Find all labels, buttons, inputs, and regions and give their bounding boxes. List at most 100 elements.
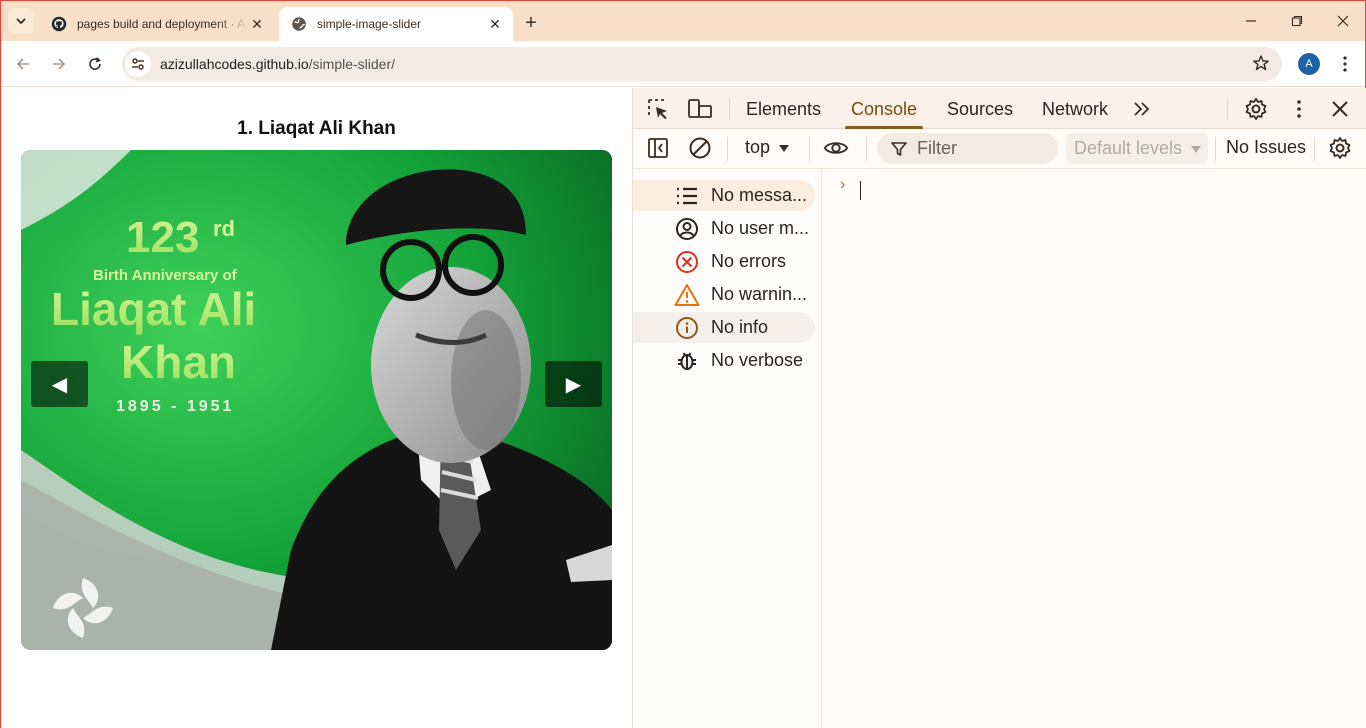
close-window-button[interactable] — [1331, 9, 1355, 33]
inspect-element-button[interactable] — [645, 96, 671, 122]
restore-button[interactable] — [1285, 9, 1309, 33]
divider — [729, 98, 730, 120]
more-vertical-icon — [1297, 100, 1301, 118]
filter-placeholder: Filter — [917, 138, 957, 158]
ordinal-text: 123 — [126, 213, 199, 262]
minimize-icon — [1246, 20, 1256, 22]
next-slide-button[interactable]: ▶ — [545, 361, 602, 407]
device-mode-icon — [688, 99, 712, 118]
devtools-tabbar: Elements Console Sources Network — [633, 88, 1366, 129]
close-tab-icon[interactable]: ✕ — [487, 16, 503, 32]
site-info-button[interactable] — [125, 51, 151, 77]
sidebar-item-verbose[interactable]: No verbose — [633, 345, 815, 376]
console-input-caret[interactable] — [860, 181, 861, 200]
url-host: azizullahcodes.github.io — [160, 56, 309, 72]
sidebar-item-warnings[interactable]: No warnin... — [633, 279, 815, 310]
prev-slide-button[interactable]: ◀ — [31, 361, 88, 407]
close-icon — [1337, 15, 1349, 27]
inspect-icon — [648, 99, 667, 119]
tab-strip: pages build and deployment · A ✕ simple-… — [1, 1, 1365, 41]
close-devtools-button[interactable] — [1327, 96, 1353, 122]
devtools-settings-button[interactable] — [1243, 96, 1269, 122]
sidebar-icon — [648, 138, 668, 158]
toggle-sidebar-button[interactable] — [645, 135, 671, 161]
arrow-left-icon — [16, 58, 29, 70]
chevron-down-icon — [16, 18, 26, 25]
reload-button[interactable] — [83, 52, 107, 76]
sidebar-item-user-messages[interactable]: No user m... — [633, 213, 815, 244]
clear-console-button[interactable] — [687, 135, 713, 161]
console-toolbar: top Filter Default levels No Issues — [633, 129, 1366, 169]
list-icon — [674, 183, 700, 209]
ordinal-suffix: rd — [213, 216, 235, 241]
anniversary-subtitle: Birth Anniversary of — [93, 267, 238, 284]
portrait-years: 1895 - 1951 — [116, 398, 234, 415]
bug-icon — [674, 348, 700, 374]
user-circle-icon — [674, 216, 700, 242]
issues-counter[interactable]: No Issues — [1226, 137, 1306, 158]
dropdown-arrow-icon — [1191, 145, 1202, 153]
divider — [809, 137, 810, 161]
restore-icon — [1291, 15, 1303, 27]
log-levels-label: Default levels — [1074, 138, 1183, 158]
tab-console[interactable]: Console — [844, 88, 924, 129]
eye-icon — [823, 142, 849, 154]
tab-pages-build[interactable]: pages build and deployment · A ✕ — [39, 7, 275, 41]
tab-elements[interactable]: Elements — [746, 88, 821, 129]
sidebar-item-info[interactable]: No info — [633, 312, 815, 343]
address-bar[interactable]: azizullahcodes.github.io/simple-slider/ — [122, 47, 1282, 81]
close-tab-icon[interactable]: ✕ — [249, 16, 265, 32]
device-toolbar-button[interactable] — [687, 96, 713, 122]
sidebar-item-messages[interactable]: No messa... — [633, 180, 815, 211]
sidebar-item-label: No messa... — [711, 185, 808, 205]
chevron-double-right-icon — [1134, 102, 1150, 116]
new-tab-button[interactable]: + — [519, 11, 543, 35]
tab-title: simple-image-slider — [317, 17, 422, 31]
close-icon — [1332, 101, 1348, 117]
console-output[interactable]: › — [823, 170, 1366, 728]
slide-title: 1. Liaqat Ali Khan — [237, 118, 396, 139]
clear-icon — [689, 137, 711, 159]
browser-menu-button[interactable] — [1335, 52, 1355, 76]
browser-window: pages build and deployment · A ✕ simple-… — [0, 0, 1366, 728]
sidebar-item-label: No errors — [711, 251, 787, 271]
more-tabs-button[interactable] — [1129, 96, 1155, 122]
devtools-panel: Elements Console Sources Network top Fil… — [632, 88, 1366, 728]
url-text: azizullahcodes.github.io/simple-slider/ — [160, 56, 395, 72]
divider — [1314, 137, 1315, 161]
tab-simple-image-slider[interactable]: simple-image-slider ✕ — [279, 7, 513, 41]
console-settings-button[interactable] — [1327, 135, 1353, 161]
sidebar-item-label: No user m... — [711, 218, 810, 238]
sidebar-item-errors[interactable]: No errors — [633, 246, 815, 277]
bookmark-button[interactable] — [1252, 54, 1270, 77]
error-icon — [674, 249, 700, 275]
back-button[interactable] — [11, 52, 35, 76]
tab-sources[interactable]: Sources — [947, 88, 1013, 129]
tab-search-button[interactable] — [8, 8, 34, 34]
context-label: top — [745, 137, 771, 157]
url-path: /simple-slider/ — [308, 56, 396, 72]
gear-icon — [1329, 137, 1351, 159]
warning-icon — [674, 282, 700, 308]
divider — [1227, 98, 1228, 120]
sidebar-item-label: No warnin... — [711, 284, 808, 304]
profile-avatar[interactable]: A — [1298, 53, 1320, 75]
sidebar-item-label: No info — [711, 317, 769, 337]
minimize-button[interactable] — [1239, 9, 1263, 33]
forward-button[interactable] — [47, 52, 71, 76]
filter-icon — [891, 141, 907, 156]
console-filter-input[interactable]: Filter — [877, 133, 1058, 164]
tab-network[interactable]: Network — [1042, 88, 1108, 129]
live-expression-button[interactable] — [823, 135, 849, 161]
arrow-right-icon — [53, 58, 66, 70]
more-vertical-icon — [1343, 56, 1347, 72]
log-levels-dropdown[interactable]: Default levels — [1066, 133, 1208, 164]
devtools-menu-button[interactable] — [1286, 96, 1312, 122]
liaqat-ali-khan-portrait: 123 rd Birth Anniversary of Liaqat Ali K… — [21, 150, 612, 650]
sidebar-item-label: No verbose — [711, 350, 804, 370]
context-selector[interactable]: top — [745, 137, 790, 158]
dropdown-arrow-icon — [779, 144, 790, 152]
page-viewport: 1. Liaqat Ali Khan 123 rd Birth Annivers… — [1, 88, 632, 728]
globe-icon — [292, 17, 306, 31]
reload-icon — [89, 57, 102, 70]
